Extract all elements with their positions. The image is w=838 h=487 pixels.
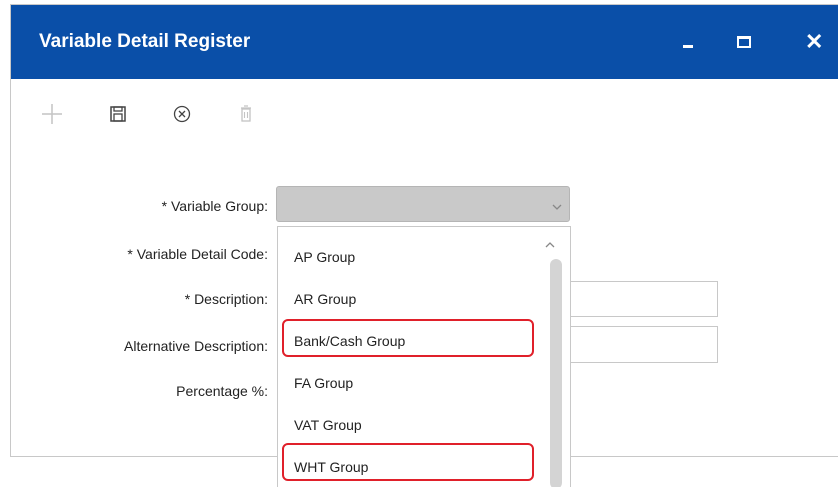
scroll-up-icon[interactable] xyxy=(544,237,556,255)
minimize-icon[interactable] xyxy=(677,27,707,57)
dropdown-option[interactable]: WHT Group xyxy=(294,459,368,475)
variable-detail-code-label: * Variable Detail Code: xyxy=(127,246,268,262)
dropdown-option[interactable]: FA Group xyxy=(294,375,353,391)
add-icon[interactable] xyxy=(39,101,65,127)
dropdown-option[interactable]: AR Group xyxy=(294,291,356,307)
description-label: * Description: xyxy=(184,291,268,307)
variable-group-select[interactable] xyxy=(276,186,570,222)
dropdown-option[interactable]: Bank/Cash Group xyxy=(294,333,405,349)
chevron-down-icon xyxy=(551,199,563,217)
variable-group-dropdown: AP Group AR Group Bank/Cash Group FA Gro… xyxy=(277,226,571,487)
title-bar: Variable Detail Register ✕ xyxy=(11,5,838,79)
dropdown-option[interactable]: VAT Group xyxy=(294,417,362,433)
save-icon[interactable] xyxy=(105,101,131,127)
scrollbar[interactable] xyxy=(550,259,562,487)
close-icon[interactable]: ✕ xyxy=(805,27,835,57)
window-title: Variable Detail Register xyxy=(39,31,251,52)
alternative-description-field[interactable] xyxy=(560,326,718,363)
alternative-description-label: Alternative Description: xyxy=(124,338,268,354)
delete-icon[interactable] xyxy=(233,101,259,127)
scrollbar-thumb[interactable] xyxy=(550,259,562,487)
percentage-label: Percentage %: xyxy=(176,383,268,399)
variable-group-label: * Variable Group: xyxy=(161,198,268,214)
maximize-icon[interactable] xyxy=(731,27,761,57)
dropdown-option[interactable]: AP Group xyxy=(294,249,355,265)
description-field[interactable] xyxy=(560,281,718,317)
cancel-icon[interactable] xyxy=(169,101,195,127)
